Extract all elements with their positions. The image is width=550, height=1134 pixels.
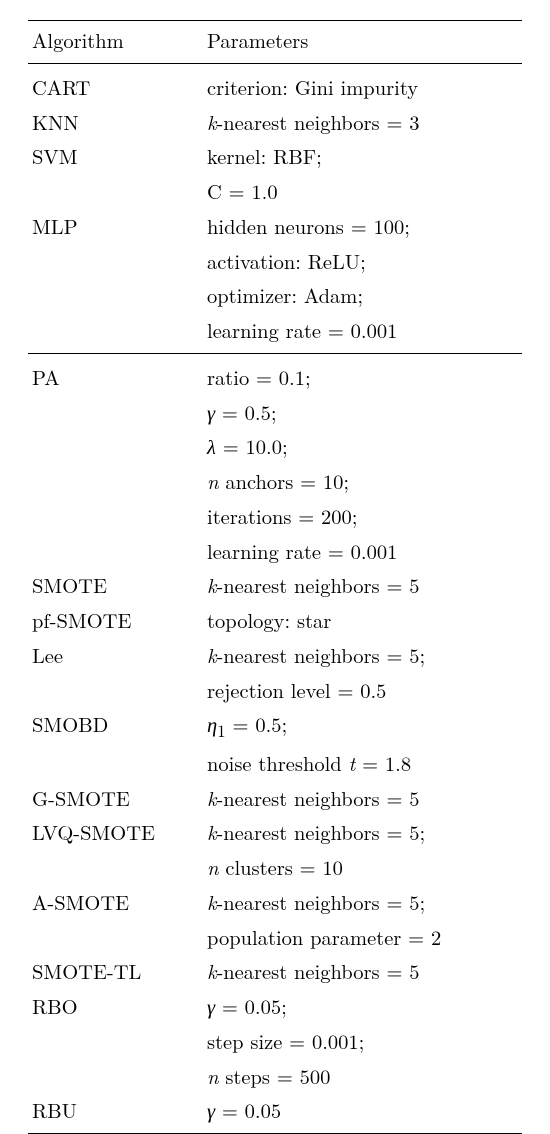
algorithm-cell xyxy=(28,534,203,569)
parameter-cell: k-nearest neighbors = 5; xyxy=(203,815,522,850)
table-row: PAratio = 0.1; xyxy=(28,353,522,394)
algorithm-cell: Lee xyxy=(28,638,203,673)
parameter-cell: population parameter = 2 xyxy=(203,920,522,955)
algorithm-cell xyxy=(28,850,203,885)
table-row: CARTcriterion: Gini impurity xyxy=(28,63,522,104)
table-row: SVMkernel: RBF; xyxy=(28,139,522,174)
parameter-cell: iterations = 200; xyxy=(203,499,522,534)
parameter-cell: γ = 0.05; xyxy=(203,989,522,1024)
table-row: population parameter = 2 xyxy=(28,920,522,955)
parameter-cell: C = 1.0 xyxy=(203,174,522,209)
algorithm-cell: RBU xyxy=(28,1093,203,1133)
parameter-cell: kernel: RBF; xyxy=(203,139,522,174)
table-row: SMOTE-TLk-nearest neighbors = 5 xyxy=(28,954,522,989)
algorithm-cell: LVQ-SMOTE xyxy=(28,815,203,850)
algorithm-cell: CART xyxy=(28,63,203,104)
table-row: rejection level = 0.5 xyxy=(28,673,522,708)
algorithm-cell: A-SMOTE xyxy=(28,885,203,920)
header-algorithm: Algorithm xyxy=(28,21,203,64)
table-row: n steps = 500 xyxy=(28,1059,522,1094)
table-row: SMOBDη1 = 0.5; xyxy=(28,707,522,746)
algorithm-cell: MLP xyxy=(28,209,203,244)
parameter-cell: learning rate = 0.001 xyxy=(203,534,522,569)
table-row: LVQ-SMOTEk-nearest neighbors = 5; xyxy=(28,815,522,850)
algorithm-cell: pf-SMOTE xyxy=(28,603,203,638)
parameter-cell: activation: ReLU; xyxy=(203,244,522,279)
table-row: RBUγ = 0.05 xyxy=(28,1093,522,1133)
table-row: iterations = 200; xyxy=(28,499,522,534)
algorithm-cell xyxy=(28,1059,203,1094)
algorithm-cell: G-SMOTE xyxy=(28,781,203,816)
table-row: learning rate = 0.001 xyxy=(28,313,522,353)
table-row: A-SMOTEk-nearest neighbors = 5; xyxy=(28,885,522,920)
parameter-cell: γ = 0.05 xyxy=(203,1093,522,1133)
table-row: MLPhidden neurons = 100; xyxy=(28,209,522,244)
table-row: learning rate = 0.001 xyxy=(28,534,522,569)
table-row: Leek-nearest neighbors = 5; xyxy=(28,638,522,673)
parameter-cell: n anchors = 10; xyxy=(203,464,522,499)
table-row: SMOTEk-nearest neighbors = 5 xyxy=(28,568,522,603)
table-row: pf-SMOTEtopology: star xyxy=(28,603,522,638)
parameters-table: Algorithm Parameters CARTcriterion: Gini… xyxy=(28,20,522,1134)
table-row: G-SMOTEk-nearest neighbors = 5 xyxy=(28,781,522,816)
parameter-cell: rejection level = 0.5 xyxy=(203,673,522,708)
table-row: step size = 0.001; xyxy=(28,1024,522,1059)
table-row: RBOγ = 0.05; xyxy=(28,989,522,1024)
algorithm-cell xyxy=(28,278,203,313)
parameter-cell: criterion: Gini impurity xyxy=(203,63,522,104)
parameter-cell: step size = 0.001; xyxy=(203,1024,522,1059)
algorithm-cell xyxy=(28,174,203,209)
parameter-cell: hidden neurons = 100; xyxy=(203,209,522,244)
algorithm-cell: PA xyxy=(28,353,203,394)
parameter-cell: k-nearest neighbors = 5 xyxy=(203,568,522,603)
table-row: KNNk-nearest neighbors = 3 xyxy=(28,105,522,140)
parameter-cell: optimizer: Adam; xyxy=(203,278,522,313)
algorithm-cell: SMOBD xyxy=(28,707,203,746)
table-row: γ = 0.5; xyxy=(28,395,522,430)
table-row: n anchors = 10; xyxy=(28,464,522,499)
header-parameters: Parameters xyxy=(203,21,522,64)
parameter-cell: noise threshold t = 1.8 xyxy=(203,746,522,781)
parameter-cell: n steps = 500 xyxy=(203,1059,522,1094)
parameter-cell: η1 = 0.5; xyxy=(203,707,522,746)
table-row: optimizer: Adam; xyxy=(28,278,522,313)
algorithm-cell xyxy=(28,746,203,781)
algorithm-cell xyxy=(28,673,203,708)
table-row: n clusters = 10 xyxy=(28,850,522,885)
algorithm-cell: RBO xyxy=(28,989,203,1024)
algorithm-cell xyxy=(28,499,203,534)
table-body: CARTcriterion: Gini impurityKNNk-nearest… xyxy=(28,63,522,1133)
algorithm-cell xyxy=(28,920,203,955)
parameter-cell: k-nearest neighbors = 5 xyxy=(203,954,522,989)
algorithm-cell xyxy=(28,1024,203,1059)
algorithm-cell xyxy=(28,464,203,499)
table-row: noise threshold t = 1.8 xyxy=(28,746,522,781)
parameter-cell: k-nearest neighbors = 5; xyxy=(203,638,522,673)
parameter-cell: n clusters = 10 xyxy=(203,850,522,885)
table-row: λ = 10.0; xyxy=(28,429,522,464)
table-header-row: Algorithm Parameters xyxy=(28,21,522,64)
algorithm-cell: SVM xyxy=(28,139,203,174)
parameter-cell: k-nearest neighbors = 5; xyxy=(203,885,522,920)
algorithm-cell: KNN xyxy=(28,105,203,140)
algorithm-cell xyxy=(28,395,203,430)
table-row: activation: ReLU; xyxy=(28,244,522,279)
parameter-cell: γ = 0.5; xyxy=(203,395,522,430)
algorithm-cell xyxy=(28,429,203,464)
parameter-cell: k-nearest neighbors = 5 xyxy=(203,781,522,816)
table-row: C = 1.0 xyxy=(28,174,522,209)
algorithm-cell xyxy=(28,313,203,353)
parameter-cell: k-nearest neighbors = 3 xyxy=(203,105,522,140)
parameter-cell: ratio = 0.1; xyxy=(203,353,522,394)
parameter-cell: λ = 10.0; xyxy=(203,429,522,464)
parameter-cell: learning rate = 0.001 xyxy=(203,313,522,353)
parameter-cell: topology: star xyxy=(203,603,522,638)
algorithm-cell: SMOTE-TL xyxy=(28,954,203,989)
algorithm-cell xyxy=(28,244,203,279)
algorithm-cell: SMOTE xyxy=(28,568,203,603)
